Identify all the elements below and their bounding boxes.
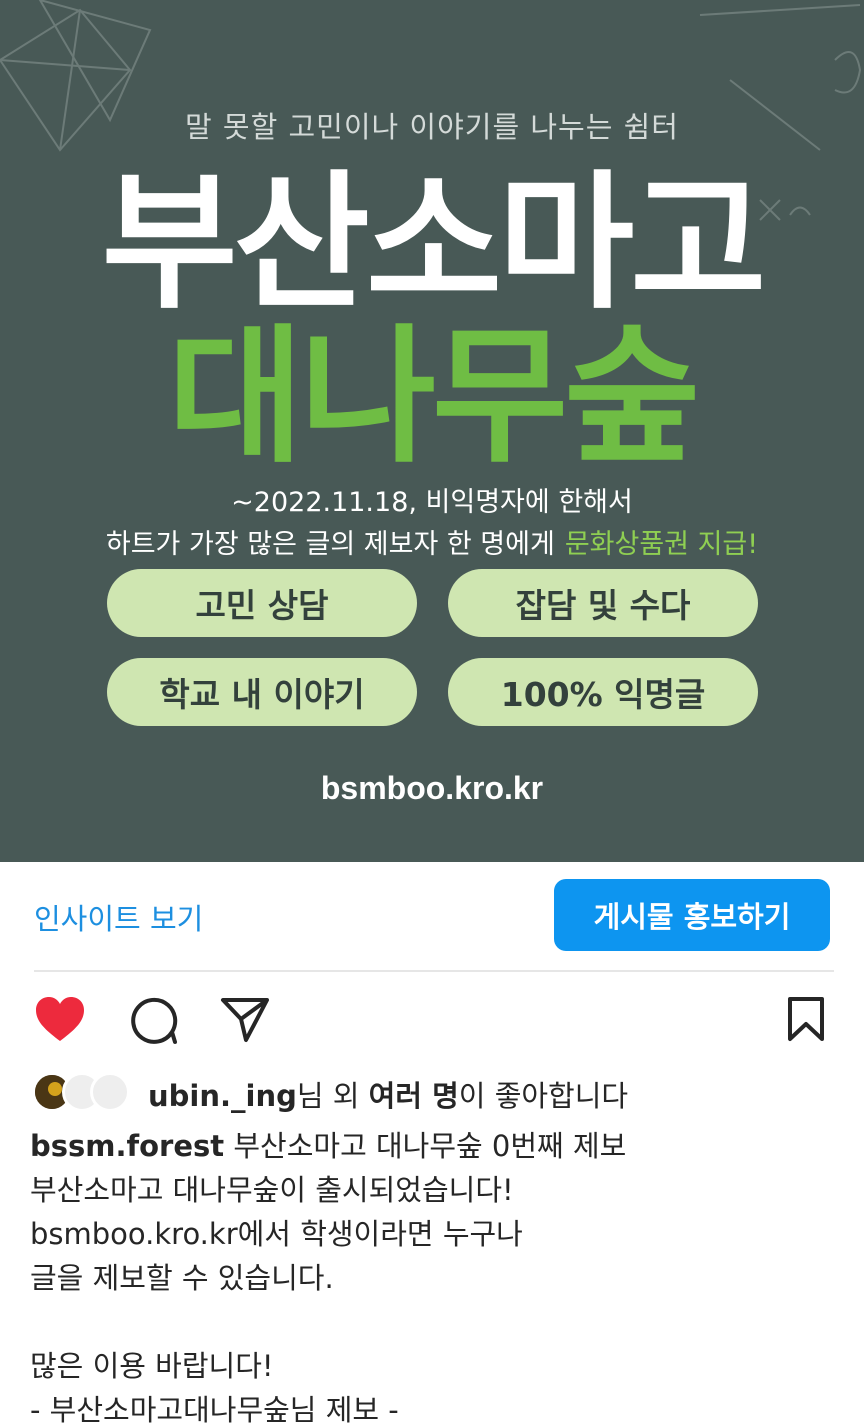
bookmark-icon[interactable] — [786, 996, 826, 1042]
caption-username[interactable]: bssm.forest — [30, 1129, 224, 1163]
poster-tagline: 말 못할 고민이나 이야기를 나누는 쉼터 — [185, 110, 679, 144]
caption-line: 글을 제보할 수 있습니다. — [30, 1261, 334, 1295]
poster-notice-prize: 하트가 가장 많은 글의 제보자 한 명에게 문화상품권 지급! — [0, 522, 864, 561]
caption-first-line: bssm.forest 부산소마고 대나무숲 0번째 제보 — [30, 1124, 850, 1168]
likes-summary[interactable]: ubin._ing님 외 여러 명이 좋아합니다 — [148, 1073, 628, 1115]
pill-school-stories: 학교 내 이야기 — [107, 658, 417, 726]
caption-line: 많은 이용 바랍니다! — [30, 1349, 274, 1383]
likes-text-1: 님 외 — [296, 1079, 369, 1113]
likes-text-2: 이 좋아합니다 — [458, 1079, 629, 1113]
caption-line: bsmboo.kro.kr에서 학생이라면 누구나 — [30, 1217, 523, 1251]
pill-anonymous: 100% 익명글 — [448, 658, 758, 726]
poster-notice-highlight: 문화상품권 지급! — [564, 529, 759, 560]
poster-title-school: 부산소마고 — [101, 157, 767, 329]
poster-site-url: bsmboo.kro.kr — [320, 770, 544, 806]
poster-notice-date: ~2022.11.18, 비익명자에 한해서 — [231, 487, 633, 518]
pill-chat: 잡담 및 수다 — [448, 569, 758, 637]
caption-title: 부산소마고 대나무숲 0번째 제보 — [224, 1129, 627, 1163]
likes-others[interactable]: 여러 명 — [369, 1079, 459, 1113]
heart-icon[interactable] — [34, 995, 86, 1043]
view-insights-link[interactable]: 인사이트 보기 — [34, 896, 203, 938]
poster-notice-text: 하트가 가장 많은 글의 제보자 한 명에게 — [105, 529, 555, 560]
share-icon[interactable] — [220, 996, 270, 1044]
liker-avatar-3[interactable] — [90, 1072, 130, 1112]
pill-worry-consult: 고민 상담 — [107, 569, 417, 637]
divider — [34, 970, 834, 972]
comment-icon[interactable] — [128, 996, 178, 1046]
promote-post-button[interactable]: 게시물 홍보하기 — [554, 879, 830, 951]
poster-title-forest: 대나무숲 — [167, 311, 701, 483]
post-image[interactable]: 말 못할 고민이나 이야기를 나누는 쉼터 부산소마고 대나무숲 ~2022.1… — [0, 0, 864, 862]
liker-username[interactable]: ubin._ing — [148, 1079, 297, 1113]
caption-line: - 부산소마고대나무숲님 제보 - — [30, 1393, 399, 1427]
caption-line: 부산소마고 대나무숲이 출시되었습니다! — [30, 1173, 514, 1207]
post-caption: bssm.forest 부산소마고 대나무숲 0번째 제보 부산소마고 대나무숲… — [30, 1124, 850, 1427]
